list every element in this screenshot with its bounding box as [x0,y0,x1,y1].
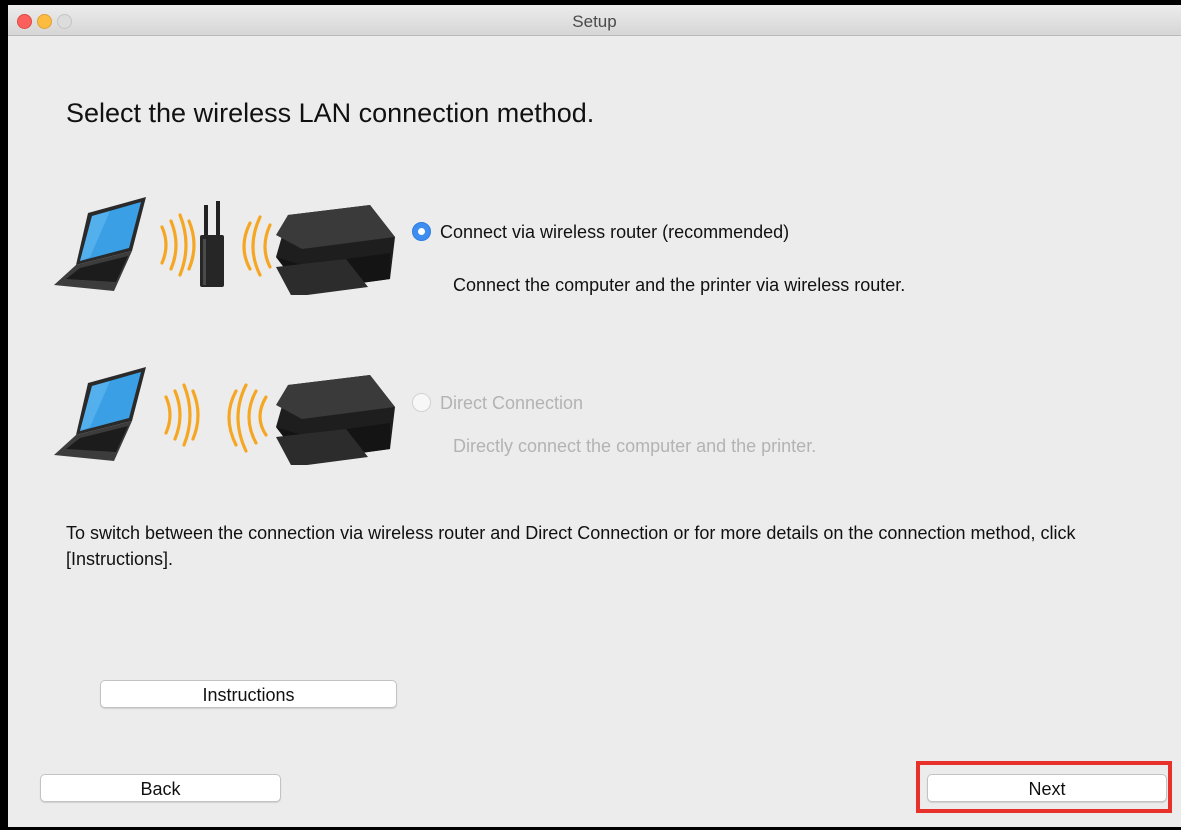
router-icon [200,201,224,287]
direct-connection-illustration [54,367,395,465]
wifi-waves-icon [160,213,196,277]
title-bar: Setup [8,5,1181,36]
next-highlight-box [916,761,1172,813]
wifi-waves-icon [242,215,272,277]
setup-window: Setup Select the wireless LAN connection… [8,5,1181,827]
router-connection-description: Connect the computer and the printer via… [453,275,906,295]
router-connection-illustration [54,197,395,295]
window-title: Setup [572,12,617,31]
page-heading: Select the wireless LAN connection metho… [66,98,595,128]
direct-connection-label[interactable]: Direct Connection [440,393,583,414]
back-button[interactable]: Back [40,774,281,802]
printer-icon [276,205,395,295]
laptop-icon [54,197,146,291]
router-connection-label[interactable]: Connect via wireless router (recommended… [440,222,789,243]
instructions-button[interactable]: Instructions [100,680,397,708]
direct-connection-description: Directly connect the computer and the pr… [453,436,817,456]
instructions-note: To switch between the connection via wir… [66,523,1076,569]
wifi-waves-icon [164,383,200,447]
printer-icon [276,375,395,465]
wifi-waves-icon [227,383,268,453]
direct-connection-radio[interactable] [412,393,431,412]
laptop-icon [54,367,146,461]
router-connection-radio[interactable] [412,222,431,241]
